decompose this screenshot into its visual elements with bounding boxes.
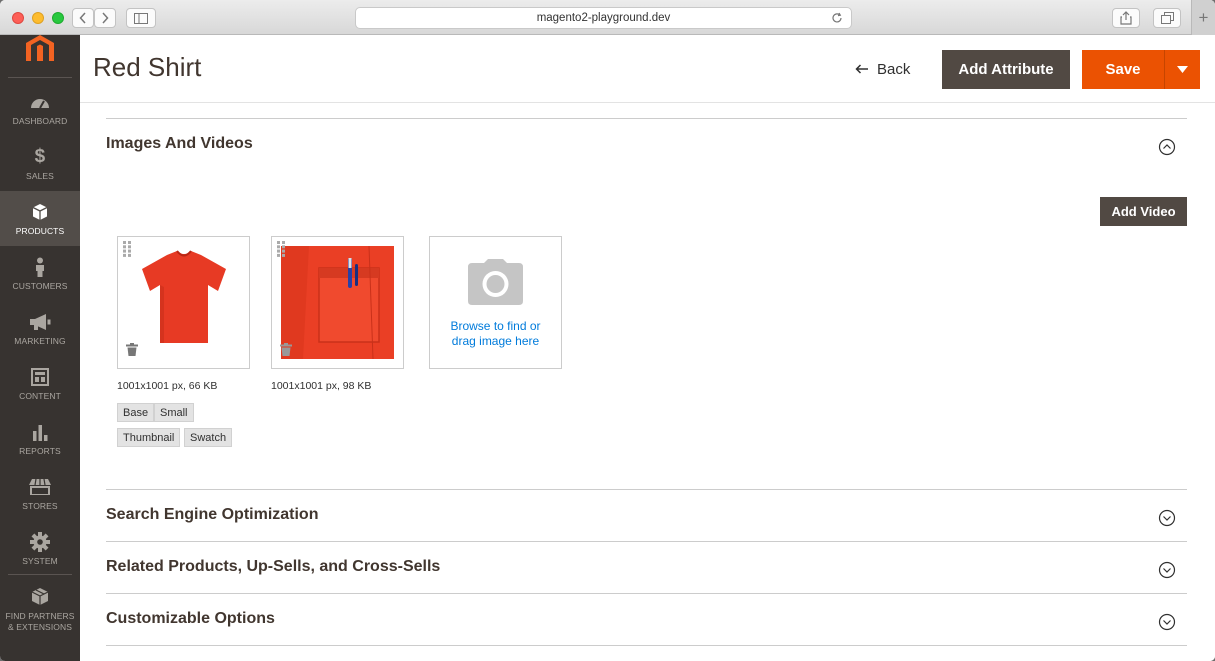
tabs-overview-button[interactable]: [1153, 8, 1181, 28]
product-image-tile[interactable]: [117, 236, 250, 369]
image-upload-dropzone[interactable]: Browse to find or drag image here: [429, 236, 562, 369]
image-role-tag: Small: [154, 403, 194, 422]
new-tab-button[interactable]: +: [1191, 0, 1215, 35]
sidebar-item-content[interactable]: Content: [0, 356, 80, 411]
logo-divider: [8, 77, 72, 78]
sidebar-item-label: Reports: [19, 445, 61, 456]
sidebar-item-dashboard[interactable]: Dashboard: [0, 81, 80, 136]
gear-icon: [30, 531, 50, 553]
section-divider: [106, 118, 1187, 119]
chevron-up-icon[interactable]: [1158, 138, 1176, 156]
red-shirt-closeup-image: [281, 246, 394, 359]
section-divider: [106, 593, 1187, 594]
image-role-tag: Thumbnail: [117, 428, 181, 447]
section-divider: [106, 489, 1187, 490]
reload-icon[interactable]: [831, 12, 843, 24]
cube-icon: [31, 586, 49, 608]
section-divider: [106, 645, 1187, 646]
image-size-info: 1001x1001 px, 98 KB: [271, 380, 372, 392]
arrow-left-icon: [855, 64, 868, 74]
share-icon: [1120, 11, 1132, 25]
chevron-down-icon[interactable]: [1158, 561, 1176, 579]
customizable-options-section-title[interactable]: Customizable Options: [106, 610, 275, 628]
drag-handle-icon[interactable]: [277, 241, 285, 257]
sidebar-toggle-button[interactable]: [126, 8, 156, 28]
sidebar-item-label: Dashboard: [12, 115, 68, 126]
section-divider: [106, 541, 1187, 542]
back-button[interactable]: Back: [855, 51, 910, 87]
product-image-tile[interactable]: [271, 236, 404, 369]
admin-sidebar: Dashboard $ Sales Products Customers Mar…: [0, 35, 80, 661]
sidebar-item-label-line2: & Extensions: [7, 621, 73, 632]
chevron-left-icon: [79, 12, 86, 24]
main-content: Images And Videos Add Video 1001x1001 px…: [80, 104, 1215, 661]
image-role-tag: Swatch: [184, 428, 233, 447]
browser-back-button[interactable]: [72, 8, 94, 28]
sidebar-item-label: Products: [15, 225, 65, 236]
upload-instruction-link[interactable]: Browse to find or drag image here: [430, 319, 561, 349]
sidebar-item-label: Sales: [26, 170, 54, 181]
sidebar-item-label-line1: Find Partners: [5, 610, 75, 621]
save-button[interactable]: Save: [1082, 50, 1164, 89]
sidebar-item-customers[interactable]: Customers: [0, 246, 80, 301]
browser-forward-button[interactable]: [94, 8, 116, 28]
sidebar-divider: [8, 574, 72, 575]
zoom-window-button[interactable]: [52, 12, 64, 24]
sidebar-item-label: Marketing: [14, 335, 66, 346]
address-bar[interactable]: magento2-playground.dev: [355, 7, 852, 29]
trash-icon[interactable]: [280, 343, 292, 356]
sidebar-item-label: Stores: [22, 500, 58, 511]
images-section-title[interactable]: Images And Videos: [106, 135, 253, 153]
upload-text-line1: Browse to find or: [450, 319, 541, 333]
plus-icon: +: [1198, 7, 1209, 27]
red-tshirt-image: [142, 250, 226, 343]
dashboard-icon: [30, 91, 50, 113]
browser-window: magento2-playground.dev + Dashboard $ Sa…: [0, 0, 1215, 661]
megaphone-icon: [29, 311, 51, 333]
layout-icon: [31, 366, 49, 388]
trash-icon[interactable]: [126, 343, 138, 356]
sidebar-item-stores[interactable]: Stores: [0, 466, 80, 521]
upload-text-line2: drag image here: [451, 334, 540, 348]
back-button-label: Back: [877, 60, 911, 78]
sidebar-item-sales[interactable]: $ Sales: [0, 136, 80, 191]
camera-icon: [468, 259, 523, 305]
image-size-info: 1001x1001 px, 66 KB: [117, 380, 218, 392]
chevron-down-icon[interactable]: [1158, 613, 1176, 631]
caret-down-icon: [1177, 66, 1188, 73]
browser-toolbar: magento2-playground.dev +: [0, 0, 1215, 35]
box-icon: [32, 201, 48, 223]
url-text: magento2-playground.dev: [536, 12, 671, 24]
drag-handle-icon[interactable]: [123, 241, 131, 257]
store-icon: [29, 476, 51, 498]
sidebar-item-find-partners[interactable]: Find Partners & Extensions: [0, 578, 80, 640]
sidebar-item-marketing[interactable]: Marketing: [0, 301, 80, 356]
tabs-icon: [1160, 12, 1174, 24]
person-icon: [34, 256, 46, 278]
chevron-down-icon[interactable]: [1158, 509, 1176, 527]
sidebar-item-reports[interactable]: Reports: [0, 411, 80, 466]
magento-logo-icon[interactable]: [24, 35, 56, 61]
minimize-window-button[interactable]: [32, 12, 44, 24]
bar-chart-icon: [31, 421, 49, 443]
seo-section-title[interactable]: Search Engine Optimization: [106, 506, 318, 524]
page-header: Red Shirt Back Add Attribute Save: [80, 35, 1215, 103]
sidebar-item-label: Customers: [12, 280, 68, 291]
sidebar-icon: [134, 12, 148, 24]
share-button[interactable]: [1112, 8, 1140, 28]
image-role-tag: Base: [117, 403, 155, 422]
related-products-section-title[interactable]: Related Products, Up-Sells, and Cross-Se…: [106, 558, 440, 576]
page-title: Red Shirt: [93, 52, 202, 82]
add-video-button[interactable]: Add Video: [1100, 197, 1187, 226]
sidebar-item-label: Content: [19, 390, 61, 401]
dollar-icon: $: [34, 145, 46, 167]
close-window-button[interactable]: [12, 12, 24, 24]
add-attribute-button[interactable]: Add Attribute: [942, 50, 1070, 89]
sidebar-item-system[interactable]: System: [0, 521, 80, 576]
chevron-right-icon: [102, 12, 109, 24]
save-options-dropdown-button[interactable]: [1164, 50, 1200, 89]
sidebar-item-label: System: [22, 555, 58, 566]
sidebar-item-products[interactable]: Products: [0, 191, 80, 246]
